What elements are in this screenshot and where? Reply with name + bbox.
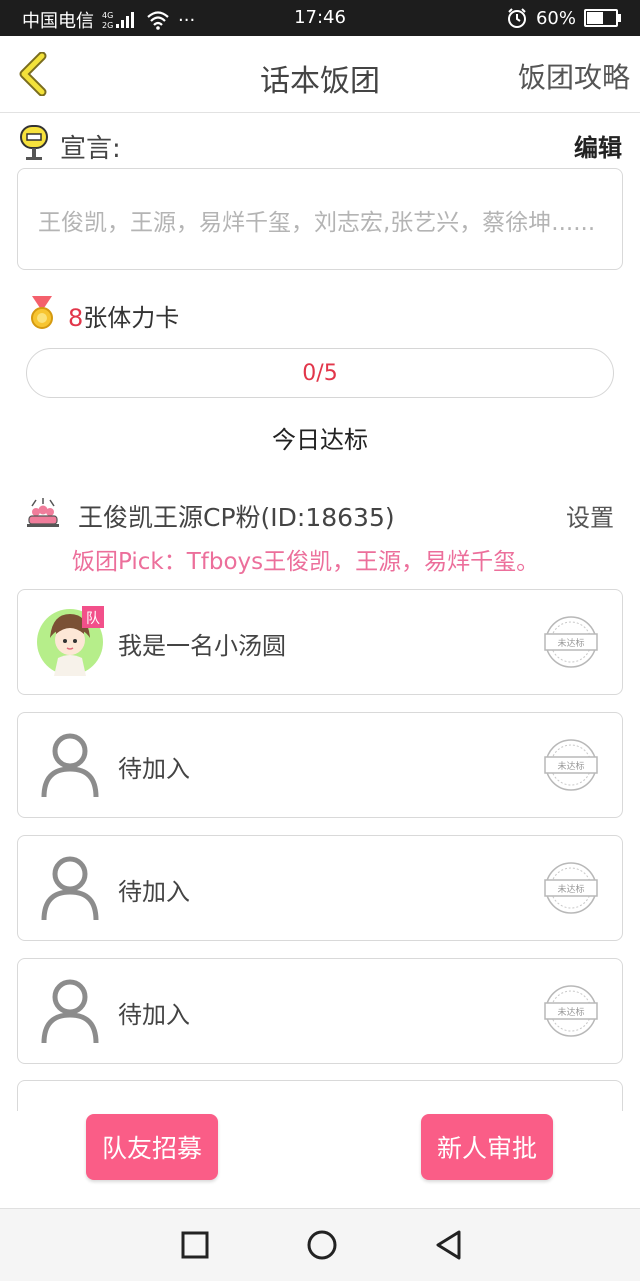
fan-group-guide-link[interactable]: 饭团攻略 xyxy=(518,56,630,96)
member-card[interactable]: 待加入 未达标 xyxy=(17,958,623,1064)
edit-declaration-button[interactable]: 编辑 xyxy=(574,128,622,163)
daily-target-label: 今日达标 xyxy=(272,426,368,454)
declaration-text: 王俊凯，王源，易烊千玺，刘志宏,张艺兴，蔡徐坤...... xyxy=(38,210,596,236)
team-settings-button[interactable]: 设置 xyxy=(566,498,614,533)
member-name: 待加入 xyxy=(118,878,190,906)
person-placeholder-icon xyxy=(41,979,99,1044)
member-name: 我是一名小汤圆 xyxy=(118,632,286,660)
stamina-card-unit: 张体力卡 xyxy=(83,304,180,332)
member-name: 待加入 xyxy=(118,1001,190,1029)
alarm-icon xyxy=(507,8,526,28)
battery-icon xyxy=(584,9,621,27)
status-bar: 中国电信 4G 2G ··· 17:46 60% xyxy=(0,0,640,36)
medal-icon xyxy=(31,296,53,329)
team-name: 王俊凯王源CP粉(ID:18635) xyxy=(78,503,395,532)
stamp-text: 未达标 xyxy=(557,760,584,772)
member-name: 待加入 xyxy=(118,755,190,783)
captain-badge: 队 xyxy=(86,611,100,627)
not-reached-stamp: 未达标 xyxy=(544,862,598,914)
declaration-header: 宣言: 编辑 xyxy=(18,124,622,164)
declaration-label: 宣言: xyxy=(60,134,121,164)
back-triangle-icon[interactable] xyxy=(433,1229,465,1261)
home-icon[interactable] xyxy=(306,1229,338,1261)
daily-progress-bar: 0/5 xyxy=(26,348,614,398)
stamp-text: 未达标 xyxy=(557,637,584,649)
progress-text: 0/5 xyxy=(302,361,338,386)
system-navigation-bar xyxy=(0,1208,640,1281)
top-navigation-bar: 话本饭团 饭团攻略 xyxy=(0,36,640,113)
stamina-card-label: 8张体力卡 xyxy=(68,298,179,333)
approve-newcomers-button[interactable]: 新人审批 xyxy=(421,1114,553,1180)
person-placeholder-icon xyxy=(41,733,99,798)
status-right: 60% xyxy=(506,7,621,29)
stamp-text: 未达标 xyxy=(557,883,584,895)
stamina-card-count: 8 xyxy=(68,304,84,332)
member-card[interactable]: 待加入 未达标 xyxy=(17,712,623,818)
stamp-text: 未达标 xyxy=(557,1006,584,1018)
person-placeholder-icon xyxy=(41,856,99,921)
member-card[interactable]: 队 我是一名小汤圆 未达标 xyxy=(17,589,623,695)
not-reached-stamp: 未达标 xyxy=(544,616,598,668)
battery-level-fill xyxy=(587,12,603,24)
not-reached-stamp: 未达标 xyxy=(544,985,598,1037)
recent-apps-icon[interactable] xyxy=(179,1229,211,1261)
member-card[interactable]: 待加入 未达标 xyxy=(17,835,623,941)
team-icon xyxy=(27,498,59,527)
battery-percent: 60% xyxy=(535,7,576,29)
team-header: 王俊凯王源CP粉(ID:18635) 设置 xyxy=(26,496,614,536)
mailbox-icon xyxy=(20,125,48,160)
not-reached-stamp: 未达标 xyxy=(544,739,598,791)
team-pick-text: 饭团Pick：Tfboys王俊凯，王源，易烊千玺。 xyxy=(72,549,540,575)
declaration-box[interactable]: 王俊凯，王源，易烊千玺，刘志宏,张艺兴，蔡徐坤...... xyxy=(17,168,623,270)
recruit-teammates-button[interactable]: 队友招募 xyxy=(86,1114,218,1180)
chibi-avatar: 队 xyxy=(37,606,104,676)
member-card-partial xyxy=(17,1080,623,1111)
